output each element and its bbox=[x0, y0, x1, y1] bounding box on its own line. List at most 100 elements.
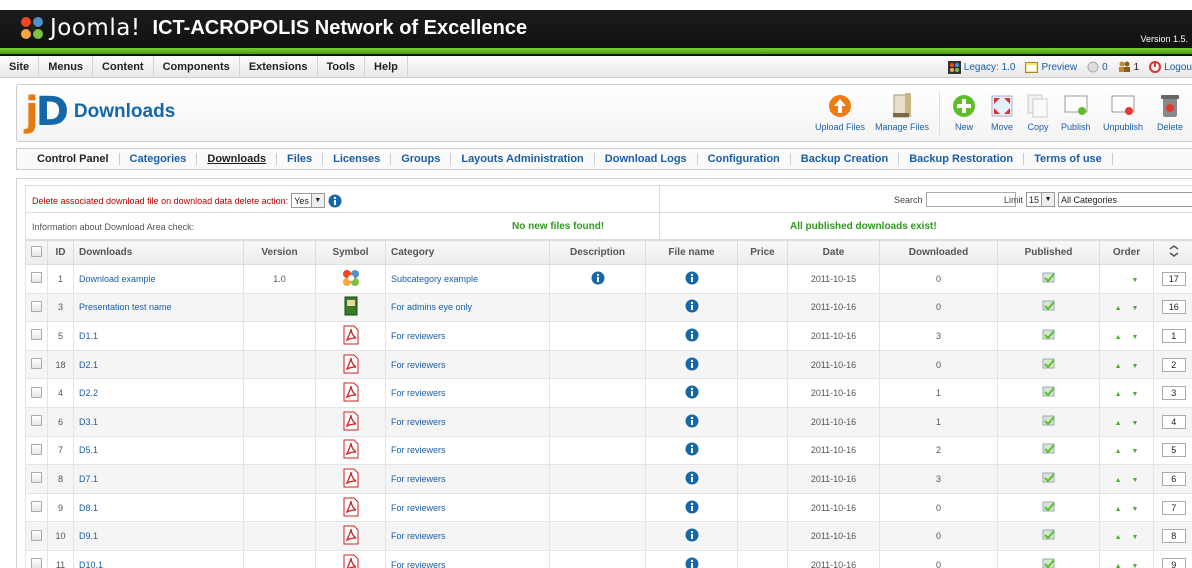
order-input[interactable]: 8 bbox=[1161, 529, 1186, 544]
row-checkbox[interactable] bbox=[31, 529, 42, 541]
move-up-icon[interactable]: ▲ bbox=[1115, 506, 1122, 513]
move-up-icon[interactable]: ▲ bbox=[1115, 420, 1122, 427]
upload-files-button[interactable]: Upload Files bbox=[815, 93, 865, 132]
published-check-icon[interactable] bbox=[1042, 272, 1056, 286]
published-check-icon[interactable] bbox=[1042, 558, 1056, 568]
subnav-backup-creation[interactable]: Backup Creation bbox=[791, 153, 900, 165]
logout-link[interactable]: Logou bbox=[1149, 61, 1192, 73]
move-up-icon[interactable]: ▲ bbox=[1115, 448, 1122, 455]
subnav-configuration[interactable]: Configuration bbox=[698, 153, 791, 165]
category-link[interactable]: For reviewers bbox=[391, 560, 446, 568]
category-link[interactable]: For reviewers bbox=[391, 445, 446, 455]
delete-option-select[interactable]: Yes ▼ bbox=[291, 193, 325, 208]
preview-link[interactable]: Preview bbox=[1025, 61, 1077, 73]
row-checkbox[interactable] bbox=[31, 415, 42, 427]
row-checkbox[interactable] bbox=[31, 472, 42, 484]
subnav-groups[interactable]: Groups bbox=[391, 153, 452, 165]
subnav-download-logs[interactable]: Download Logs bbox=[595, 153, 698, 165]
copy-button[interactable]: Copy bbox=[1025, 93, 1051, 132]
row-checkbox[interactable] bbox=[31, 501, 42, 513]
row-checkbox[interactable] bbox=[31, 443, 42, 455]
users-indicator[interactable]: 1 bbox=[1118, 61, 1139, 73]
published-check-icon[interactable] bbox=[1042, 415, 1056, 429]
move-up-icon[interactable]: ▲ bbox=[1115, 391, 1122, 398]
move-up-icon[interactable]: ▲ bbox=[1115, 363, 1122, 370]
move-down-icon[interactable]: ▼ bbox=[1132, 420, 1139, 427]
save-order-icon[interactable] bbox=[1168, 245, 1180, 257]
subnav-files[interactable]: Files bbox=[277, 153, 324, 165]
published-check-icon[interactable] bbox=[1042, 472, 1056, 486]
subnav-terms-of-use[interactable]: Terms of use bbox=[1024, 153, 1113, 165]
new-button[interactable]: New bbox=[951, 93, 977, 132]
description-info-icon[interactable] bbox=[591, 271, 605, 287]
published-check-icon[interactable] bbox=[1042, 443, 1056, 457]
move-up-icon[interactable]: ▲ bbox=[1115, 477, 1122, 484]
col-downloads[interactable]: Downloads bbox=[73, 240, 244, 265]
download-title-link[interactable]: Download example bbox=[79, 274, 156, 284]
move-up-icon[interactable]: ▲ bbox=[1115, 305, 1122, 312]
info-icon[interactable] bbox=[328, 194, 342, 208]
category-link[interactable]: For reviewers bbox=[391, 531, 446, 541]
col-order[interactable]: Order bbox=[1099, 240, 1154, 265]
published-check-icon[interactable] bbox=[1042, 501, 1056, 515]
menu-content[interactable]: Content bbox=[93, 55, 154, 78]
subnav-downloads[interactable]: Downloads bbox=[197, 153, 278, 165]
subnav-control-panel[interactable]: Control Panel bbox=[27, 153, 120, 165]
published-check-icon[interactable] bbox=[1042, 300, 1056, 314]
order-input[interactable]: 6 bbox=[1161, 471, 1186, 486]
move-down-icon[interactable]: ▼ bbox=[1132, 305, 1139, 312]
row-checkbox[interactable] bbox=[31, 272, 42, 284]
download-title-link[interactable]: D5.1 bbox=[79, 445, 98, 455]
move-down-icon[interactable]: ▼ bbox=[1132, 563, 1139, 568]
move-up-icon[interactable]: ▲ bbox=[1115, 534, 1122, 541]
published-check-icon[interactable] bbox=[1042, 329, 1056, 343]
file-info-icon[interactable] bbox=[685, 328, 699, 344]
category-link[interactable]: Subcategory example bbox=[391, 274, 478, 284]
menu-extensions[interactable]: Extensions bbox=[240, 55, 318, 78]
published-check-icon[interactable] bbox=[1042, 386, 1056, 400]
row-checkbox[interactable] bbox=[31, 300, 42, 312]
row-checkbox[interactable] bbox=[31, 558, 42, 568]
limit-select[interactable]: 15 ▼ bbox=[1026, 192, 1056, 207]
download-title-link[interactable]: D8.1 bbox=[79, 503, 98, 513]
menu-menus[interactable]: Menus bbox=[39, 55, 94, 78]
download-title-link[interactable]: D3.1 bbox=[79, 417, 98, 427]
download-title-link[interactable]: D9.1 bbox=[79, 531, 98, 541]
category-link[interactable]: For reviewers bbox=[391, 417, 446, 427]
col-id[interactable]: ID bbox=[47, 240, 74, 265]
row-checkbox[interactable] bbox=[31, 358, 42, 370]
menu-components[interactable]: Components bbox=[154, 55, 240, 78]
file-info-icon[interactable] bbox=[685, 357, 699, 373]
order-input[interactable]: 2 bbox=[1161, 357, 1186, 372]
file-info-icon[interactable] bbox=[685, 271, 699, 287]
search-input[interactable] bbox=[925, 192, 1016, 207]
col-file-name[interactable]: File name bbox=[645, 240, 738, 265]
order-input[interactable]: 4 bbox=[1161, 414, 1186, 429]
download-title-link[interactable]: D2.2 bbox=[79, 388, 98, 398]
category-link[interactable]: For reviewers bbox=[391, 388, 446, 398]
file-info-icon[interactable] bbox=[685, 471, 699, 487]
category-link[interactable]: For reviewers bbox=[391, 331, 446, 341]
move-down-icon[interactable]: ▼ bbox=[1132, 448, 1139, 455]
menu-tools[interactable]: Tools bbox=[318, 55, 366, 78]
published-check-icon[interactable] bbox=[1042, 529, 1056, 543]
move-down-icon[interactable]: ▼ bbox=[1132, 506, 1139, 513]
unpublish-button[interactable]: Unpublish bbox=[1103, 93, 1143, 132]
move-button[interactable]: Move bbox=[989, 93, 1015, 132]
col-version[interactable]: Version bbox=[243, 240, 316, 265]
col-published[interactable]: Published bbox=[997, 240, 1100, 265]
category-select[interactable]: All Categories ▼ bbox=[1058, 192, 1192, 207]
order-input[interactable]: 5 bbox=[1161, 443, 1186, 458]
file-info-icon[interactable] bbox=[685, 528, 699, 544]
messages-indicator[interactable]: 0 bbox=[1087, 61, 1108, 73]
download-title-link[interactable]: D7.1 bbox=[79, 474, 98, 484]
move-down-icon[interactable]: ▼ bbox=[1132, 334, 1139, 341]
category-link[interactable]: For reviewers bbox=[391, 503, 446, 513]
col-date[interactable]: Date bbox=[787, 240, 880, 265]
download-title-link[interactable]: D1.1 bbox=[79, 331, 98, 341]
order-input[interactable]: 16 bbox=[1161, 300, 1186, 315]
move-down-icon[interactable]: ▼ bbox=[1132, 477, 1139, 484]
move-up-icon[interactable]: ▲ bbox=[1115, 334, 1122, 341]
published-check-icon[interactable] bbox=[1042, 358, 1056, 372]
file-info-icon[interactable] bbox=[685, 385, 699, 401]
